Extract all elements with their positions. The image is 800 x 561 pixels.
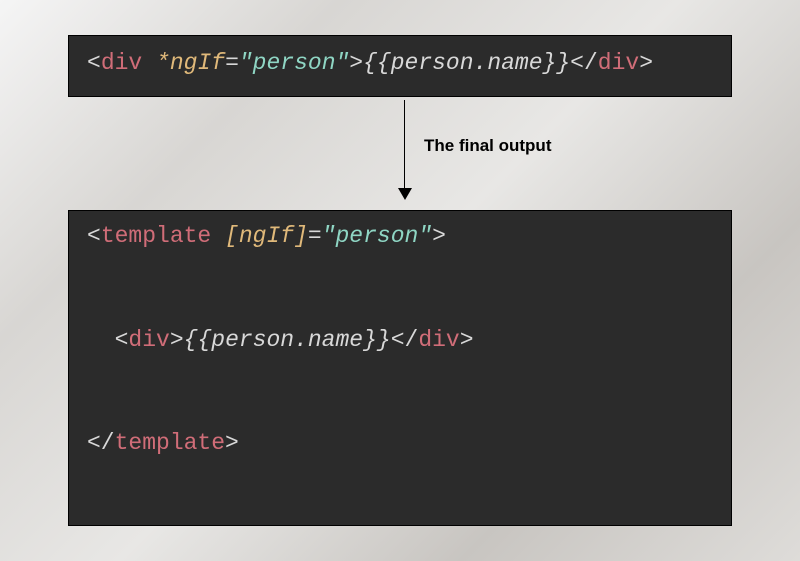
code-token: "person" — [239, 50, 349, 76]
code-token: > — [432, 223, 446, 249]
code-token: "person" — [322, 223, 432, 249]
code-token: </ — [570, 50, 598, 76]
code-token — [211, 223, 225, 249]
code-token: = — [225, 50, 239, 76]
code-token: > — [639, 50, 653, 76]
code-token: div — [101, 50, 142, 76]
code-token: </ — [87, 430, 115, 456]
code-token: div — [418, 327, 459, 353]
code-token: > — [225, 430, 239, 456]
code-token: *ngIf — [156, 50, 225, 76]
code-token: div — [128, 327, 169, 353]
code-block-input: <div *ngIf="person">{{person.name}}</div… — [68, 35, 732, 97]
arrow-label: The final output — [424, 136, 551, 156]
arrow-line — [404, 100, 405, 192]
code-token — [142, 50, 156, 76]
code-token: = — [308, 223, 322, 249]
code-token: > — [349, 50, 363, 76]
arrow-head-icon — [398, 188, 412, 200]
code-token — [87, 327, 115, 353]
code-token: template — [101, 223, 211, 249]
code-token: > — [460, 327, 474, 353]
code-token: {{person.name}} — [184, 327, 391, 353]
code-block-output: <template [ngIf]="person"> <div>{{person… — [68, 210, 732, 526]
code-token: {{person.name}} — [363, 50, 570, 76]
code-token: < — [115, 327, 129, 353]
code-token: < — [87, 223, 101, 249]
code-token: < — [87, 50, 101, 76]
code-token: </ — [391, 327, 419, 353]
code-token: > — [170, 327, 184, 353]
code-token: [ngIf] — [225, 223, 308, 249]
code-token: div — [598, 50, 639, 76]
code-token: template — [115, 430, 225, 456]
